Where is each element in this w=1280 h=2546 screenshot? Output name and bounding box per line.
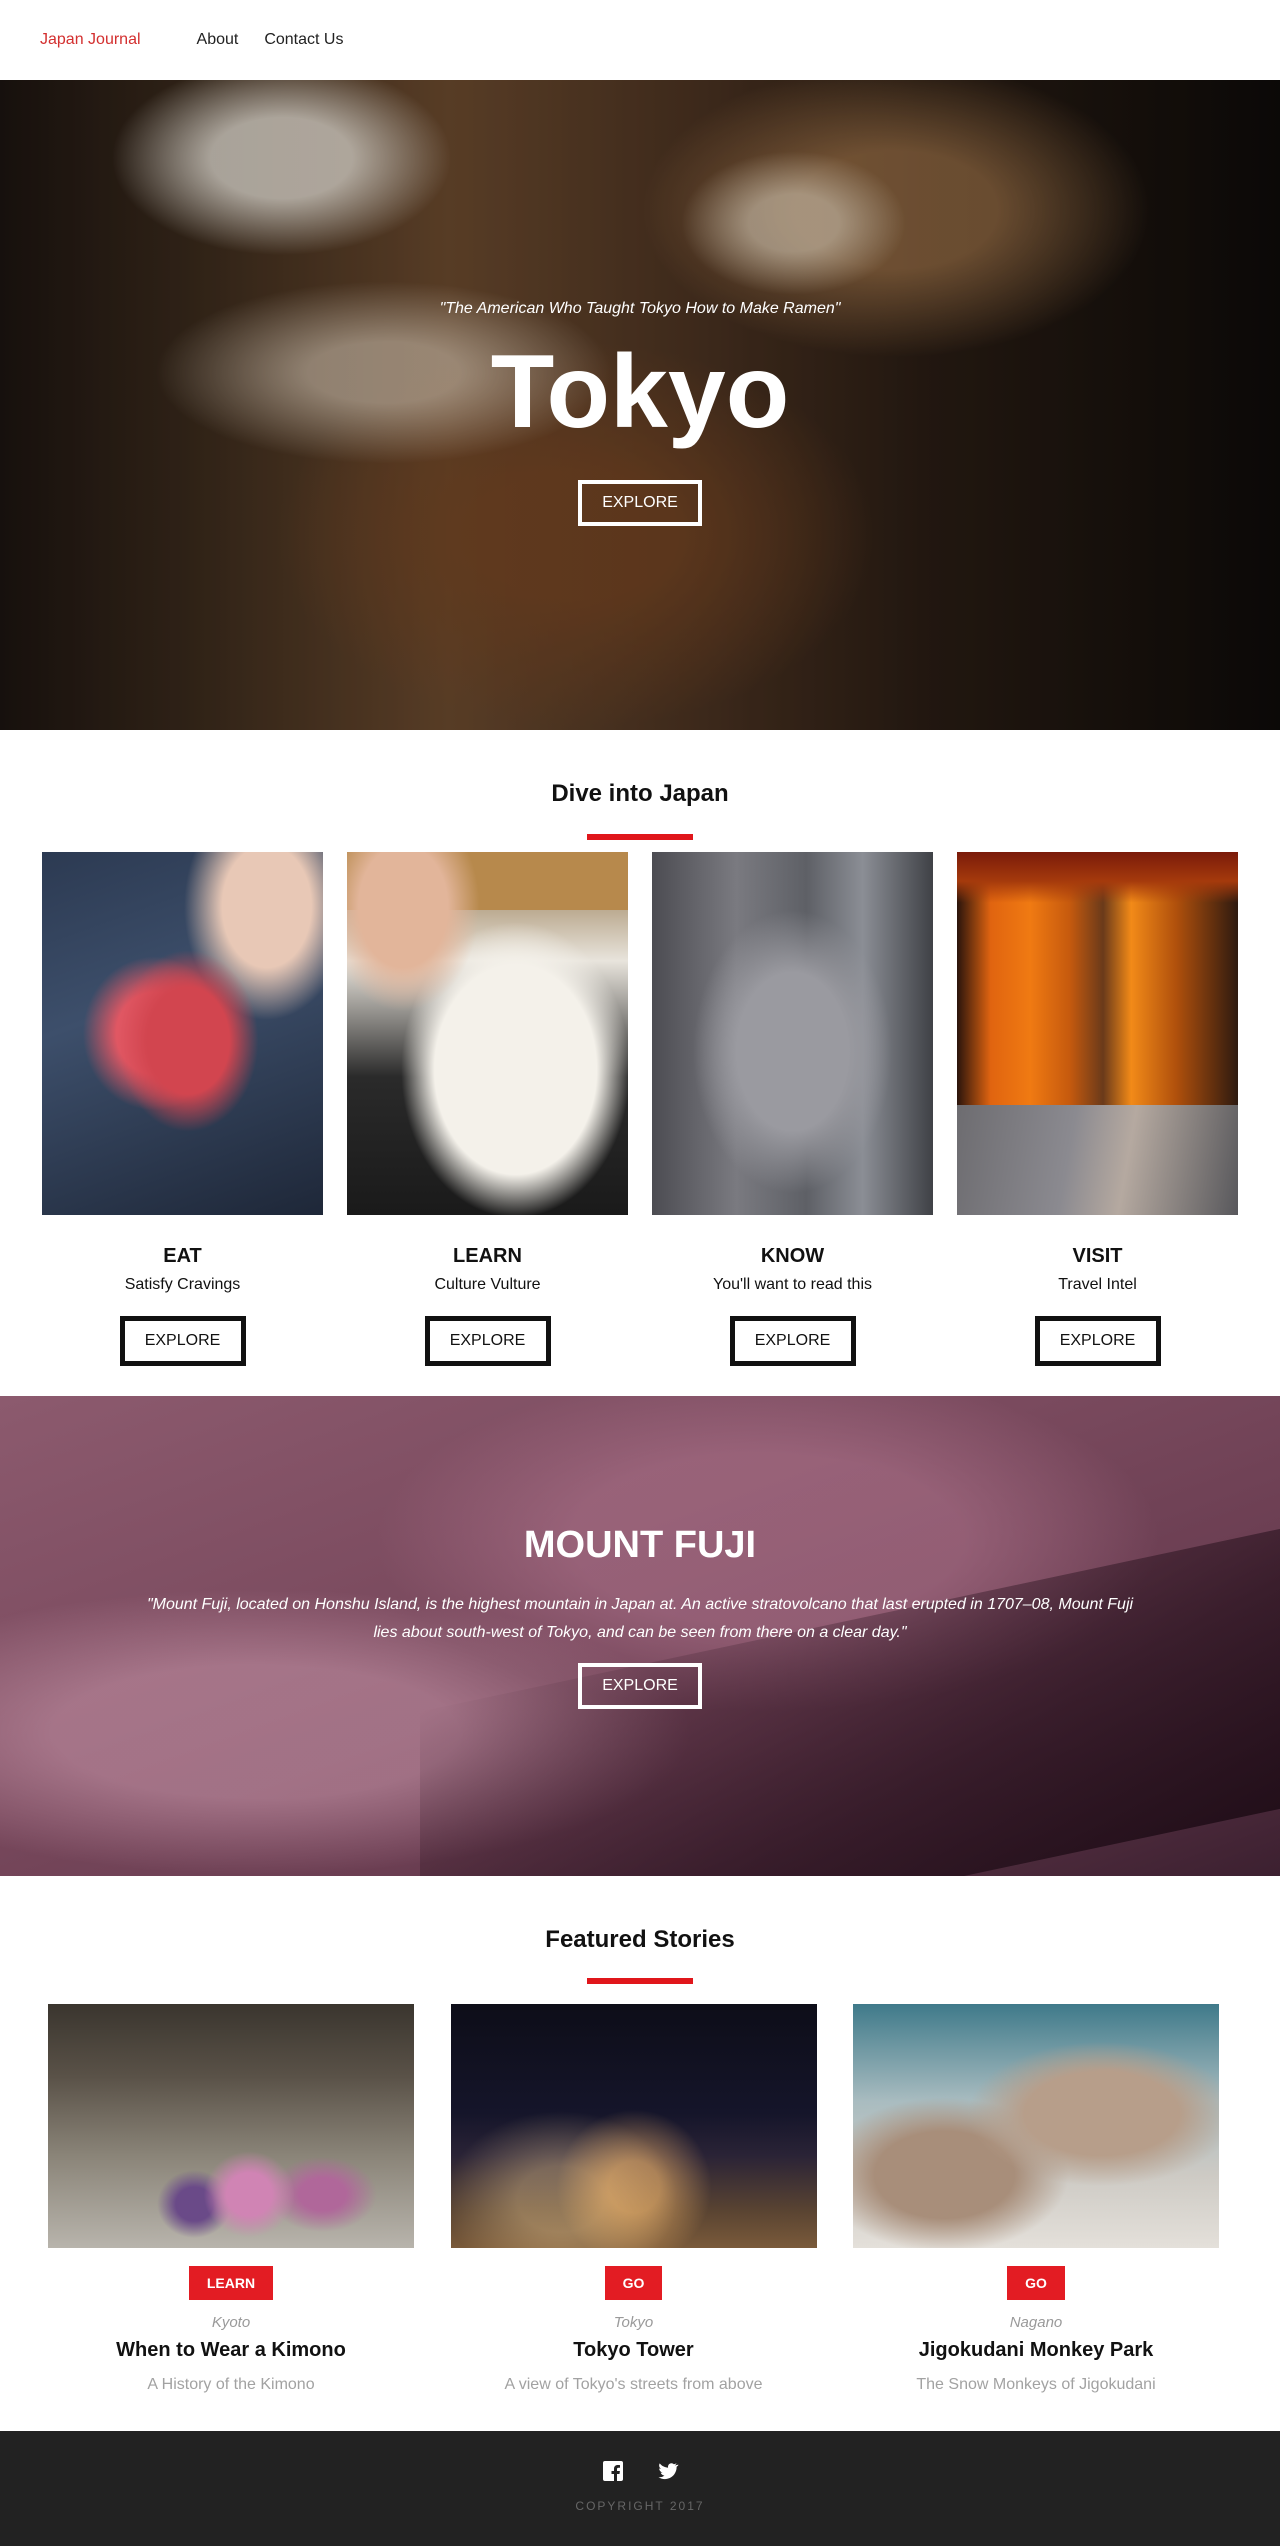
learn-explore-button[interactable]: EXPLORE: [424, 1316, 551, 1366]
nav-link-contact[interactable]: Contact Us: [264, 31, 343, 49]
card-learn: LEARN Culture Vulture EXPLORE: [347, 852, 628, 1366]
know-explore-button[interactable]: EXPLORE: [729, 1316, 856, 1366]
story-location: Tokyo: [613, 2314, 654, 2331]
category-cards: EAT Satisfy Cravings EXPLORE LEARN Cultu…: [0, 852, 1280, 1366]
fuji-title: MOUNT FUJI: [523, 1524, 757, 1566]
story-title: Tokyo Tower: [573, 2339, 694, 2361]
fuji-content: MOUNT FUJI "Mount Fuji, located on Honsh…: [0, 1396, 1280, 1709]
story-go-button[interactable]: GO: [604, 2266, 663, 2300]
footer: COPYRIGHT 2017: [0, 2431, 1280, 2546]
section-divider: [587, 834, 693, 840]
nav-link-about[interactable]: About: [197, 31, 239, 49]
hero-title: Tokyo: [490, 334, 790, 450]
story-subtitle: A History of the Kimono: [147, 2376, 315, 2393]
card-know: KNOW You'll want to read this EXPLORE: [652, 852, 933, 1366]
card-subtitle: Culture Vulture: [434, 1276, 541, 1293]
visit-explore-button[interactable]: EXPLORE: [1034, 1316, 1161, 1366]
story-tokyo-tower: GO Tokyo Tokyo Tower A view of Tokyo's s…: [450, 2004, 817, 2394]
top-navbar: Japan Journal About Contact Us: [0, 0, 1280, 80]
story-location: Kyoto: [211, 2314, 251, 2331]
story-learn-button[interactable]: LEARN: [188, 2266, 274, 2300]
story-cards: LEARN Kyoto When to Wear a Kimono A Hist…: [0, 2004, 1280, 2394]
tokyo-night-image: [450, 2004, 817, 2248]
story-kimono: LEARN Kyoto When to Wear a Kimono A Hist…: [48, 2004, 414, 2394]
fuji-quote: "Mount Fuji, located on Honshu Island, i…: [146, 1596, 1134, 1641]
crossing-image: [652, 852, 933, 1215]
story-title: Jigokudani Monkey Park: [918, 2339, 1154, 2361]
featured-title: Featured Stories: [545, 1926, 735, 1953]
brand-link[interactable]: Japan Journal: [40, 31, 141, 49]
twitter-icon[interactable]: [655, 2459, 679, 2483]
story-go-button[interactable]: GO: [1007, 2266, 1065, 2300]
card-subtitle: Travel Intel: [1058, 1276, 1137, 1293]
card-subtitle: Satisfy Cravings: [124, 1276, 241, 1293]
card-visit: VISIT Travel Intel EXPLORE: [957, 852, 1238, 1366]
copyright-text: COPYRIGHT 2017: [575, 2499, 705, 2513]
dive-section: Dive into Japan EAT Satisfy Cravings EXP…: [0, 730, 1280, 1396]
hero-quote: "The American Who Taught Tokyo How to Ma…: [439, 300, 841, 317]
fuji-section: MOUNT FUJI "Mount Fuji, located on Honsh…: [0, 1396, 1280, 1876]
story-subtitle: The Snow Monkeys of Jigokudani: [916, 2376, 1156, 2393]
calligraphy-image: [347, 852, 628, 1215]
social-links: [0, 2431, 1280, 2483]
torii-gates-image: [957, 852, 1238, 1215]
card-title: VISIT: [1072, 1245, 1123, 1267]
eat-explore-button[interactable]: EXPLORE: [119, 1316, 246, 1366]
hero-explore-button[interactable]: EXPLORE: [578, 480, 702, 526]
story-title: When to Wear a Kimono: [116, 2339, 346, 2361]
kimono-image: [48, 2004, 414, 2248]
fuji-explore-button[interactable]: EXPLORE: [578, 1663, 702, 1709]
card-title: KNOW: [760, 1245, 825, 1267]
story-location: Nagano: [1009, 2314, 1063, 2331]
story-subtitle: A view of Tokyo's streets from above: [504, 2376, 763, 2393]
card-title: EAT: [163, 1245, 202, 1267]
story-monkey-park: GO Nagano Jigokudani Monkey Park The Sno…: [853, 2004, 1219, 2394]
card-title: LEARN: [453, 1245, 522, 1267]
section-divider: [587, 1978, 693, 1984]
facebook-icon[interactable]: [601, 2459, 625, 2483]
snow-monkey-image: [853, 2004, 1219, 2248]
card-eat: EAT Satisfy Cravings EXPLORE: [42, 852, 323, 1366]
dive-title: Dive into Japan: [551, 780, 729, 807]
card-subtitle: You'll want to read this: [712, 1276, 872, 1293]
featured-section: Featured Stories LEARN Kyoto When to Wea…: [0, 1876, 1280, 2431]
hero-content: "The American Who Taught Tokyo How to Ma…: [0, 80, 1280, 730]
hero-section: "The American Who Taught Tokyo How to Ma…: [0, 80, 1280, 730]
sushi-image: [42, 852, 323, 1215]
